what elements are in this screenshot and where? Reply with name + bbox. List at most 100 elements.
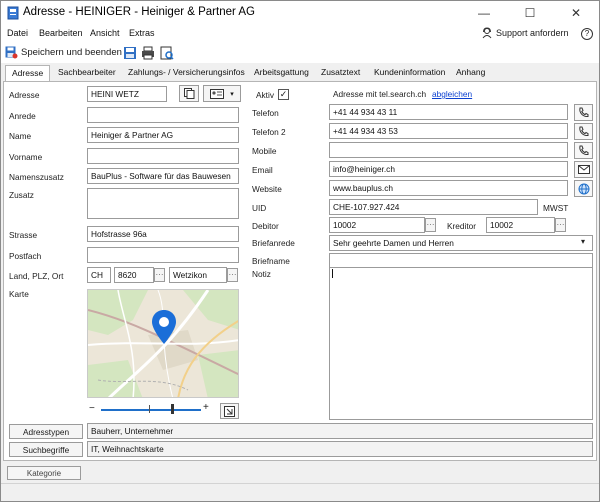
notiz-textarea[interactable] xyxy=(329,267,593,420)
debitor-input[interactable]: 10002 xyxy=(329,217,425,233)
chevron-down-icon[interactable]: ▾ xyxy=(581,237,585,246)
call-mobile-button[interactable] xyxy=(574,142,593,159)
open-map-button[interactable] xyxy=(220,403,239,419)
contact-card-icon xyxy=(210,88,225,99)
save-close-icon xyxy=(5,46,18,59)
notiz-label: Notiz xyxy=(252,269,271,279)
menu-extras[interactable]: Extras xyxy=(129,28,155,38)
telefon-input[interactable]: +41 44 934 43 11 xyxy=(329,104,568,120)
zoom-slider-thumb[interactable] xyxy=(171,404,174,414)
name-input[interactable]: Heiniger & Partner AG xyxy=(87,127,239,143)
map-open-icon xyxy=(224,405,235,417)
send-email-button[interactable] xyxy=(574,161,593,178)
toolbar: Speichern und beenden xyxy=(1,43,599,63)
print-preview-icon[interactable] xyxy=(160,46,174,60)
tab-zahlungs-versicherungsinfos[interactable]: Zahlungs- / Versicherungsinfos xyxy=(128,67,245,77)
menu-ansicht[interactable]: Ansicht xyxy=(90,28,120,38)
zoom-slider-mark xyxy=(149,405,150,413)
telefon2-input[interactable]: +41 44 934 43 53 xyxy=(329,123,568,139)
plz-lookup-button[interactable]: ··· xyxy=(154,268,165,282)
map-image xyxy=(88,290,238,397)
envelope-icon xyxy=(577,165,590,174)
phone-icon xyxy=(579,145,589,156)
suchbegriffe-button[interactable]: Suchbegriffe xyxy=(9,442,83,457)
call-telefon-button[interactable] xyxy=(574,104,593,121)
tab-anhang[interactable]: Anhang xyxy=(456,67,485,77)
mobile-label: Mobile xyxy=(252,146,277,156)
uid-input[interactable]: CHE-107.927.424 xyxy=(329,199,538,215)
name-label: Name xyxy=(9,131,32,141)
kreditor-input[interactable]: 10002 xyxy=(486,217,555,233)
telefon-label: Telefon xyxy=(252,108,279,118)
tab-strip: Adresse Sachbearbeiter Zahlungs- / Versi… xyxy=(1,64,599,82)
address-book-icon xyxy=(7,6,19,20)
adresstypen-field: Bauherr, Unternehmer xyxy=(87,423,593,439)
vorname-input[interactable] xyxy=(87,148,239,164)
briefname-label: Briefname xyxy=(252,256,290,266)
briefanrede-select[interactable]: Sehr geehrte Damen und Herren xyxy=(329,235,593,251)
debitor-label: Debitor xyxy=(252,221,279,231)
mobile-input[interactable] xyxy=(329,142,568,158)
tab-zusatztext[interactable]: Zusatztext xyxy=(321,67,360,77)
zoom-out-button[interactable]: − xyxy=(89,403,95,414)
support-label: Support anfordern xyxy=(496,28,569,38)
briefanrede-label: Briefanrede xyxy=(252,238,295,248)
postfach-input[interactable] xyxy=(87,247,239,263)
ort-lookup-button[interactable]: ··· xyxy=(227,268,238,282)
chevron-down-icon: ▾ xyxy=(230,90,234,98)
zusatz-textarea[interactable] xyxy=(87,188,239,219)
anrede-input[interactable] xyxy=(87,107,239,123)
open-website-button[interactable] xyxy=(574,180,593,197)
strasse-label: Strasse xyxy=(9,230,38,240)
maximize-button[interactable]: ☐ xyxy=(507,1,553,25)
zoom-slider[interactable] xyxy=(101,409,201,411)
menu-datei[interactable]: Datei xyxy=(7,28,28,38)
zoom-in-button[interactable]: + xyxy=(203,402,209,413)
menu-bearbeiten[interactable]: Bearbeiten xyxy=(39,28,83,38)
call-telefon2-button[interactable] xyxy=(574,123,593,140)
namenszusatz-input[interactable]: BauPlus - Software für das Bauwesen xyxy=(87,168,239,184)
plz-input[interactable]: 8620 xyxy=(114,267,154,283)
minimize-button[interactable]: — xyxy=(461,1,507,25)
kategorie-button[interactable]: Kategorie xyxy=(7,466,81,480)
ort-input[interactable]: Wetzikon xyxy=(169,267,227,283)
email-label: Email xyxy=(252,165,273,175)
zusatz-label: Zusatz xyxy=(9,190,34,200)
abgleichen-link[interactable]: abgleichen xyxy=(432,89,472,99)
land-input[interactable]: CH xyxy=(87,267,111,283)
anrede-label: Anrede xyxy=(9,111,36,121)
adresse-input[interactable]: HEINI WETZ xyxy=(87,86,167,102)
namenszusatz-label: Namenszusatz xyxy=(9,172,64,182)
support-request-button[interactable]: Support anfordern xyxy=(481,27,569,39)
website-input[interactable]: www.bauplus.ch xyxy=(329,180,568,196)
suchbegriffe-field: IT, Weihnachtskarte xyxy=(87,441,593,457)
help-icon[interactable]: ? xyxy=(581,28,593,40)
debitor-lookup-button[interactable]: ··· xyxy=(425,218,436,232)
tab-kundeninformation[interactable]: Kundeninformation xyxy=(374,67,445,77)
tab-arbeitsgattung[interactable]: Arbeitsgattung xyxy=(254,67,309,77)
copy-icon xyxy=(183,88,194,99)
website-label: Website xyxy=(252,184,282,194)
strasse-input[interactable]: Hofstrasse 96a xyxy=(87,226,239,242)
adresstypen-button[interactable]: Adresstypen xyxy=(9,424,83,439)
mwst-label: MWST xyxy=(543,203,569,213)
save-icon[interactable] xyxy=(123,46,137,60)
aktiv-checkbox[interactable]: ✓ xyxy=(278,89,289,100)
tel-search-label: Adresse mit tel.search.ch xyxy=(333,89,427,99)
kreditor-lookup-button[interactable]: ··· xyxy=(555,218,566,232)
location-map[interactable] xyxy=(87,289,239,398)
text-cursor xyxy=(332,269,333,278)
adresse-label: Adresse xyxy=(9,90,40,100)
close-button[interactable]: ✕ xyxy=(553,1,599,25)
print-icon[interactable] xyxy=(141,46,155,60)
aktiv-label: Aktiv xyxy=(256,90,274,100)
tab-adresse[interactable]: Adresse xyxy=(5,65,51,82)
tab-sachbearbeiter[interactable]: Sachbearbeiter xyxy=(58,67,116,77)
karte-label: Karte xyxy=(9,289,29,299)
email-input[interactable]: info@heiniger.ch xyxy=(329,161,568,177)
save-and-close-button[interactable]: Speichern und beenden xyxy=(5,46,122,59)
telefon2-label: Telefon 2 xyxy=(252,127,286,137)
address-card-dropdown[interactable]: ▾ xyxy=(203,85,241,102)
copy-address-button[interactable] xyxy=(179,85,199,102)
phone-icon xyxy=(579,126,589,137)
